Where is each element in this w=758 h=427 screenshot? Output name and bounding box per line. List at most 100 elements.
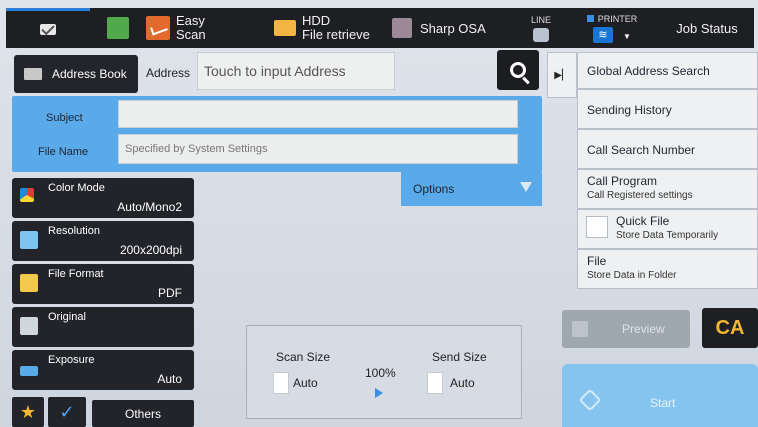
folder-icon bbox=[274, 20, 296, 36]
call-program-item[interactable]: Call Program Call Registered settings bbox=[577, 169, 758, 209]
original-label: Original bbox=[48, 311, 86, 323]
screen-frame: Easy Scan HDD File retrieve Sharp OSA LI… bbox=[0, 0, 758, 427]
quick-file-label: Quick File bbox=[616, 214, 670, 228]
address-input[interactable]: Touch to input Address bbox=[197, 52, 395, 90]
file-name-input[interactable]: Specified by System Settings bbox=[118, 134, 518, 164]
line-label: LINE bbox=[530, 14, 551, 25]
original-icon bbox=[20, 317, 38, 335]
exposure-label: Exposure bbox=[48, 354, 95, 366]
printer-status[interactable]: PRINTER ≋ ▼ bbox=[572, 8, 652, 48]
sending-history-item[interactable]: Sending History bbox=[577, 89, 758, 129]
file-format-button[interactable]: File Format PDF bbox=[12, 264, 194, 304]
hdd-line2: File retrieve bbox=[302, 27, 370, 42]
app-tab[interactable] bbox=[102, 8, 134, 48]
others-label: Others bbox=[124, 406, 161, 421]
file-format-label: File Format bbox=[48, 268, 104, 280]
easy-scan-icon bbox=[146, 16, 170, 40]
preview-button[interactable]: Preview bbox=[562, 310, 690, 348]
call-search-number-item[interactable]: Call Search Number bbox=[577, 129, 758, 169]
global-address-search-item[interactable]: Global Address Search bbox=[577, 52, 758, 89]
quick-file-checkbox[interactable] bbox=[586, 216, 608, 238]
line-status[interactable]: LINE bbox=[516, 8, 566, 48]
scan-size-label: Scan Size bbox=[276, 350, 331, 364]
resolution-label: Resolution bbox=[48, 225, 100, 237]
wifi-wrap: ≋ ▼ bbox=[593, 24, 631, 43]
color-mode-label: Color Mode bbox=[48, 182, 105, 194]
exposure-value: Auto bbox=[157, 372, 182, 386]
exposure-icon bbox=[20, 366, 38, 376]
others-button[interactable]: Others bbox=[92, 400, 194, 427]
phone-line-icon bbox=[533, 27, 549, 42]
search-button[interactable] bbox=[497, 50, 539, 90]
resolution-button[interactable]: Resolution 200x200dpi bbox=[12, 221, 194, 261]
search-icon bbox=[510, 62, 526, 78]
send-size-value: Auto bbox=[450, 376, 475, 390]
start-label: Start bbox=[650, 396, 676, 410]
easy-scan-line2: Scan bbox=[176, 27, 206, 42]
sharp-osa-icon bbox=[392, 18, 412, 38]
hdd-file-retrieve-tab[interactable]: HDD File retrieve bbox=[274, 8, 392, 48]
global-address-search-label: Global Address Search bbox=[587, 64, 710, 78]
caret-down-icon: ▼ bbox=[623, 31, 631, 41]
top-bar: Easy Scan HDD File retrieve Sharp OSA LI… bbox=[6, 8, 754, 48]
file-name-label: File Name bbox=[38, 146, 89, 158]
star-icon: ★ bbox=[19, 401, 37, 422]
file-item[interactable]: File Store Data in Folder bbox=[577, 249, 758, 289]
job-status-button[interactable]: Job Status bbox=[660, 8, 754, 48]
subject-input[interactable] bbox=[118, 100, 518, 128]
wifi-icon: ≋ bbox=[593, 26, 614, 43]
arrow-right-icon bbox=[375, 388, 383, 398]
call-program-label: Call Program bbox=[587, 174, 658, 188]
hdd-line1: HDD bbox=[302, 13, 331, 28]
quick-file-sub: Store Data Temporarily bbox=[616, 230, 719, 241]
file-format-value: PDF bbox=[158, 286, 182, 300]
start-button[interactable]: Start bbox=[562, 364, 758, 427]
easy-scan-tab[interactable]: Easy Scan bbox=[146, 8, 266, 48]
scan-to-email-tab[interactable] bbox=[6, 8, 90, 48]
clear-all-button[interactable]: CA bbox=[702, 308, 758, 348]
address-book-icon bbox=[24, 68, 42, 80]
printer-indicator-icon bbox=[586, 14, 594, 22]
preview-icon bbox=[572, 321, 588, 337]
ca-label: CA bbox=[715, 316, 745, 339]
send-size-label: Send Size bbox=[432, 350, 487, 364]
color-mode-icon bbox=[20, 188, 34, 202]
call-search-number-label: Call Search Number bbox=[587, 143, 696, 157]
color-mode-button[interactable]: Color Mode Auto/Mono2 bbox=[12, 178, 194, 218]
check-button[interactable]: ✓ bbox=[48, 397, 86, 427]
exposure-button[interactable]: Exposure Auto bbox=[12, 350, 194, 390]
quick-file-item[interactable]: Quick File Store Data Temporarily bbox=[577, 209, 758, 249]
options-label: Options bbox=[413, 182, 455, 196]
caret-down-icon bbox=[520, 182, 532, 192]
mail-icon bbox=[40, 24, 56, 35]
scan-size-value: Auto bbox=[293, 376, 318, 390]
preview-label: Preview bbox=[622, 322, 665, 336]
file-format-icon bbox=[20, 274, 38, 292]
sharp-osa-label: Sharp OSA bbox=[420, 20, 486, 36]
chevron-down-icon: ✓ bbox=[59, 401, 75, 422]
call-program-sub: Call Registered settings bbox=[587, 190, 693, 201]
panel-toggle-button[interactable]: ▶▏ bbox=[547, 52, 577, 98]
scan-size-panel[interactable]: Scan Size Auto 100% Send Size Auto bbox=[246, 325, 522, 419]
original-button[interactable]: Original bbox=[12, 307, 194, 347]
sharp-osa-tab[interactable]: Sharp OSA bbox=[392, 8, 502, 48]
play-icon: ▶▏ bbox=[554, 69, 570, 81]
resolution-value: 200x200dpi bbox=[119, 243, 182, 257]
resolution-icon bbox=[20, 231, 38, 249]
file-sub: Store Data in Folder bbox=[587, 270, 677, 281]
scan-paper-icon bbox=[273, 372, 289, 394]
sending-history-label: Sending History bbox=[587, 103, 672, 117]
app-icon bbox=[107, 17, 129, 39]
address-placeholder: Touch to input Address bbox=[204, 63, 346, 79]
easy-scan-line1: Easy bbox=[176, 13, 205, 28]
address-book-button[interactable]: Address Book bbox=[14, 55, 138, 93]
file-name-placeholder: Specified by System Settings bbox=[125, 143, 268, 155]
printer-label: PRINTER bbox=[597, 13, 638, 24]
send-paper-icon bbox=[427, 372, 443, 394]
job-status-label: Job Status bbox=[676, 20, 738, 36]
printer-label-wrap: PRINTER bbox=[586, 13, 638, 24]
color-mode-value: Auto/Mono2 bbox=[117, 200, 182, 214]
favorites-button[interactable]: ★ bbox=[12, 397, 44, 427]
options-button[interactable]: Options bbox=[401, 172, 542, 206]
address-book-label: Address Book bbox=[52, 67, 127, 81]
